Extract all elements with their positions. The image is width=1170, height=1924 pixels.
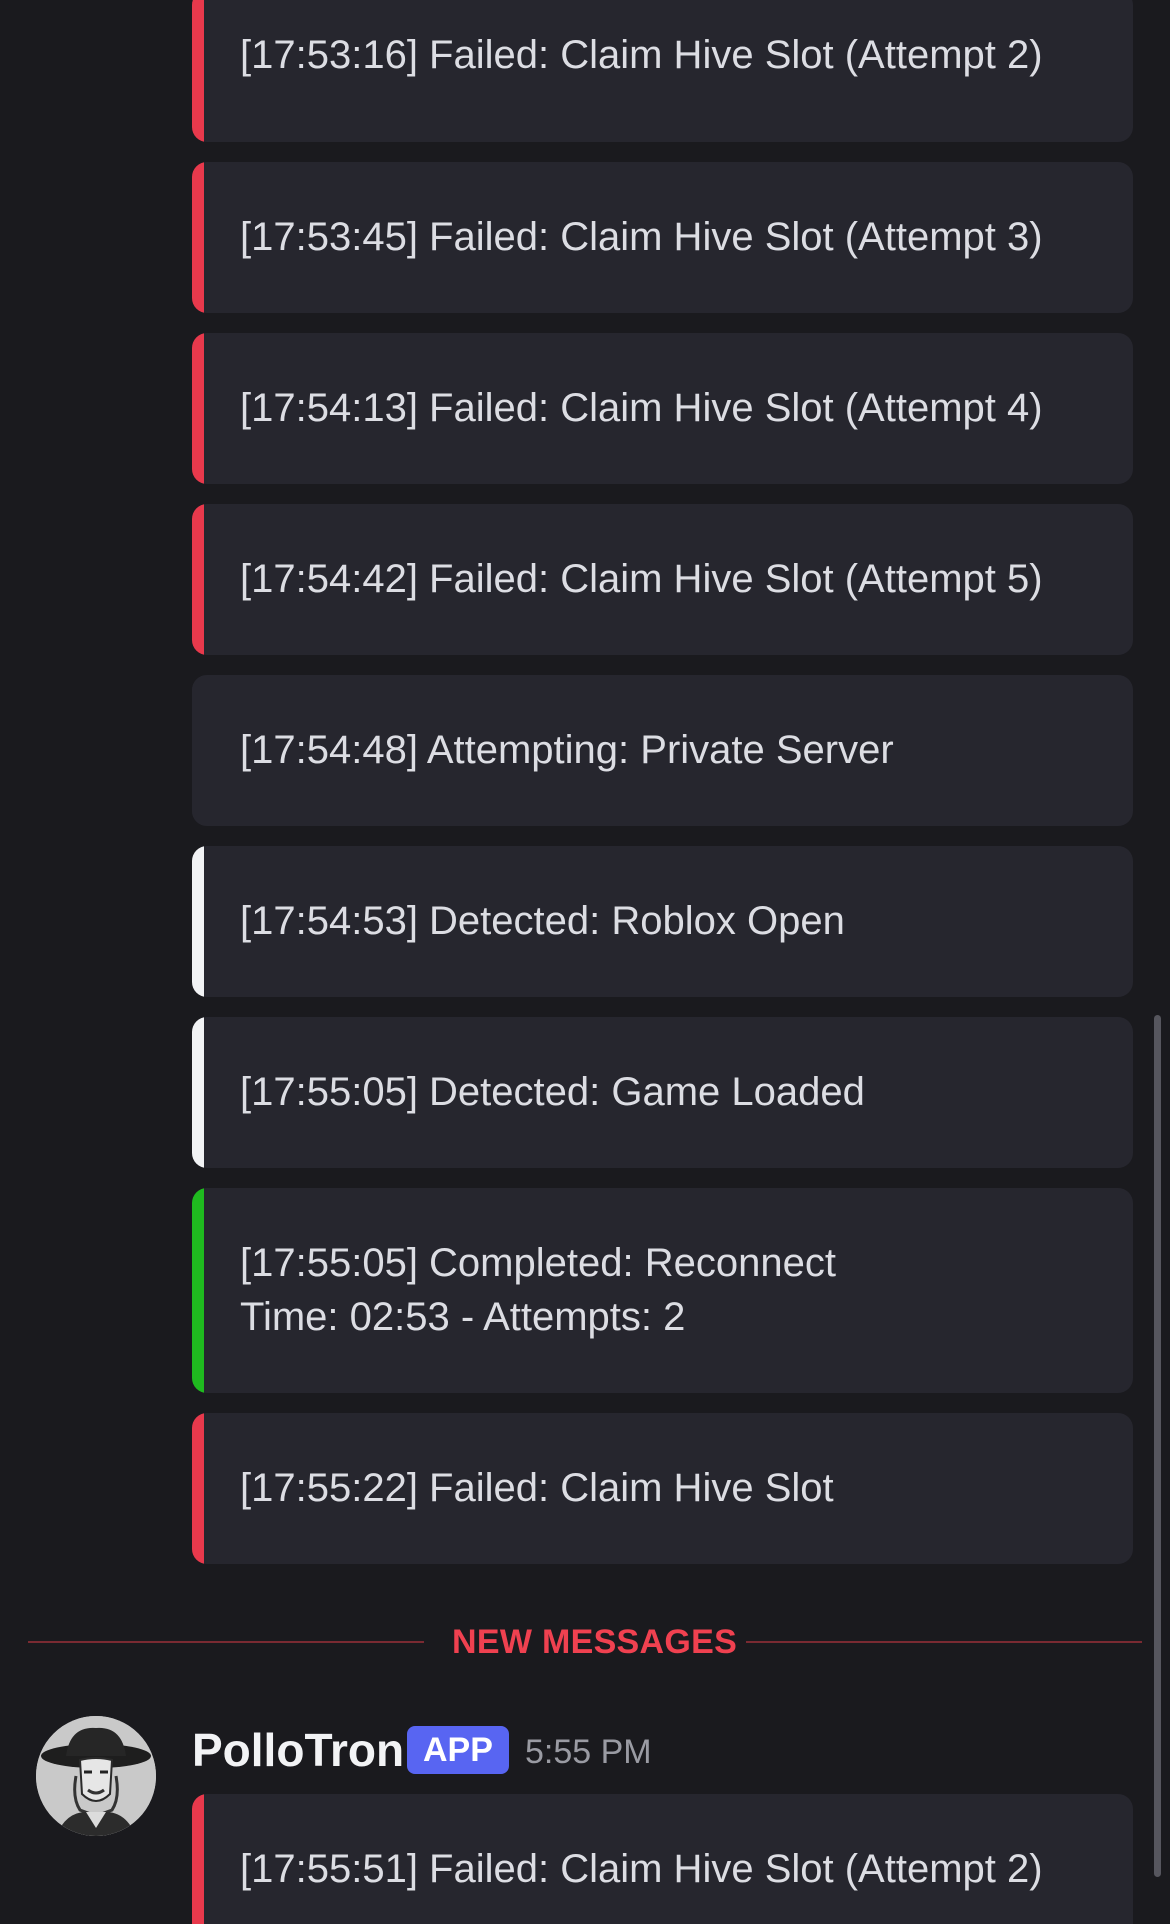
embed-text: [17:54:48] Attempting: Private Server [240,723,1103,777]
embed-text: [17:53:45] Failed: Claim Hive Slot (Atte… [240,210,1103,264]
embed-line: [17:53:16] Failed: Claim Hive Slot (Atte… [240,33,1043,77]
scrollbar-thumb[interactable] [1154,1015,1161,1877]
log-embed-2[interactable]: [17:54:13] Failed: Claim Hive Slot (Atte… [192,333,1133,484]
log-embed-4[interactable]: [17:54:48] Attempting: Private Server [192,675,1133,826]
embed-line: [17:55:51] Failed: Claim Hive Slot (Atte… [240,1847,1043,1891]
chat-view: [17:53:16] Failed: Claim Hive Slot (Atte… [0,0,1170,1924]
log-embed-6[interactable]: [17:55:05] Detected: Game Loaded [192,1017,1133,1168]
embed-text: [17:54:53] Detected: Roblox Open [240,894,1103,948]
embed-status-bar [192,675,204,826]
log-embed-new[interactable]: [17:55:51] Failed: Claim Hive Slot (Atte… [192,1794,1133,1924]
log-embed-5[interactable]: [17:54:53] Detected: Roblox Open [192,846,1133,997]
embed-status-bar [192,162,204,313]
app-badge: APP [407,1726,509,1774]
embed-status-bar [192,1413,204,1564]
embed-line: [17:54:13] Failed: Claim Hive Slot (Atte… [240,386,1043,430]
new-messages-divider-left [28,1641,424,1643]
new-messages-divider-right [746,1641,1142,1643]
log-embed-7[interactable]: [17:55:05] Completed: Reconnect Time: 02… [192,1188,1133,1393]
embed-text: [17:53:16] Failed: Claim Hive Slot (Atte… [240,28,1103,82]
log-embed-3[interactable]: [17:54:42] Failed: Claim Hive Slot (Atte… [192,504,1133,655]
message-author[interactable]: PolloTron [192,1722,404,1778]
embed-line: [17:54:53] Detected: Roblox Open [240,899,845,943]
embed-text: [17:55:51] Failed: Claim Hive Slot (Atte… [240,1842,1103,1896]
embed-text: [17:54:13] Failed: Claim Hive Slot (Atte… [240,381,1103,435]
embed-status-bar [192,1794,204,1924]
message-timestamp: 5:55 PM [525,1733,652,1771]
embed-line: [17:53:45] Failed: Claim Hive Slot (Atte… [240,215,1043,259]
cowboy-avatar-icon[interactable] [36,1716,156,1836]
log-embed-0[interactable]: [17:53:16] Failed: Claim Hive Slot (Atte… [192,0,1133,142]
embed-status-bar [192,1188,204,1393]
embed-line: [17:54:48] Attempting: Private Server [240,728,894,772]
embed-status-bar [192,504,204,655]
embed-status-bar [192,1017,204,1168]
embed-status-bar [192,333,204,484]
embed-text: [17:55:05] Detected: Game Loaded [240,1065,1103,1119]
embed-line: [17:55:22] Failed: Claim Hive Slot [240,1466,834,1510]
new-messages-label: NEW MESSAGES [452,1623,738,1661]
embed-text: [17:55:22] Failed: Claim Hive Slot [240,1461,1103,1515]
embed-line: [17:55:05] Detected: Game Loaded [240,1070,865,1114]
log-embed-8[interactable]: [17:55:22] Failed: Claim Hive Slot [192,1413,1133,1564]
embed-text: [17:54:42] Failed: Claim Hive Slot (Atte… [240,552,1103,606]
log-embed-1[interactable]: [17:53:45] Failed: Claim Hive Slot (Atte… [192,162,1133,313]
embed-status-bar [192,846,204,997]
embed-status-bar [192,0,204,142]
embed-text: [17:55:05] Completed: Reconnect Time: 02… [240,1236,1103,1344]
embed-line: [17:54:42] Failed: Claim Hive Slot (Atte… [240,557,1043,601]
embed-line: [17:55:05] Completed: Reconnect [240,1241,836,1285]
embed-line: Time: 02:53 - Attempts: 2 [240,1295,686,1339]
